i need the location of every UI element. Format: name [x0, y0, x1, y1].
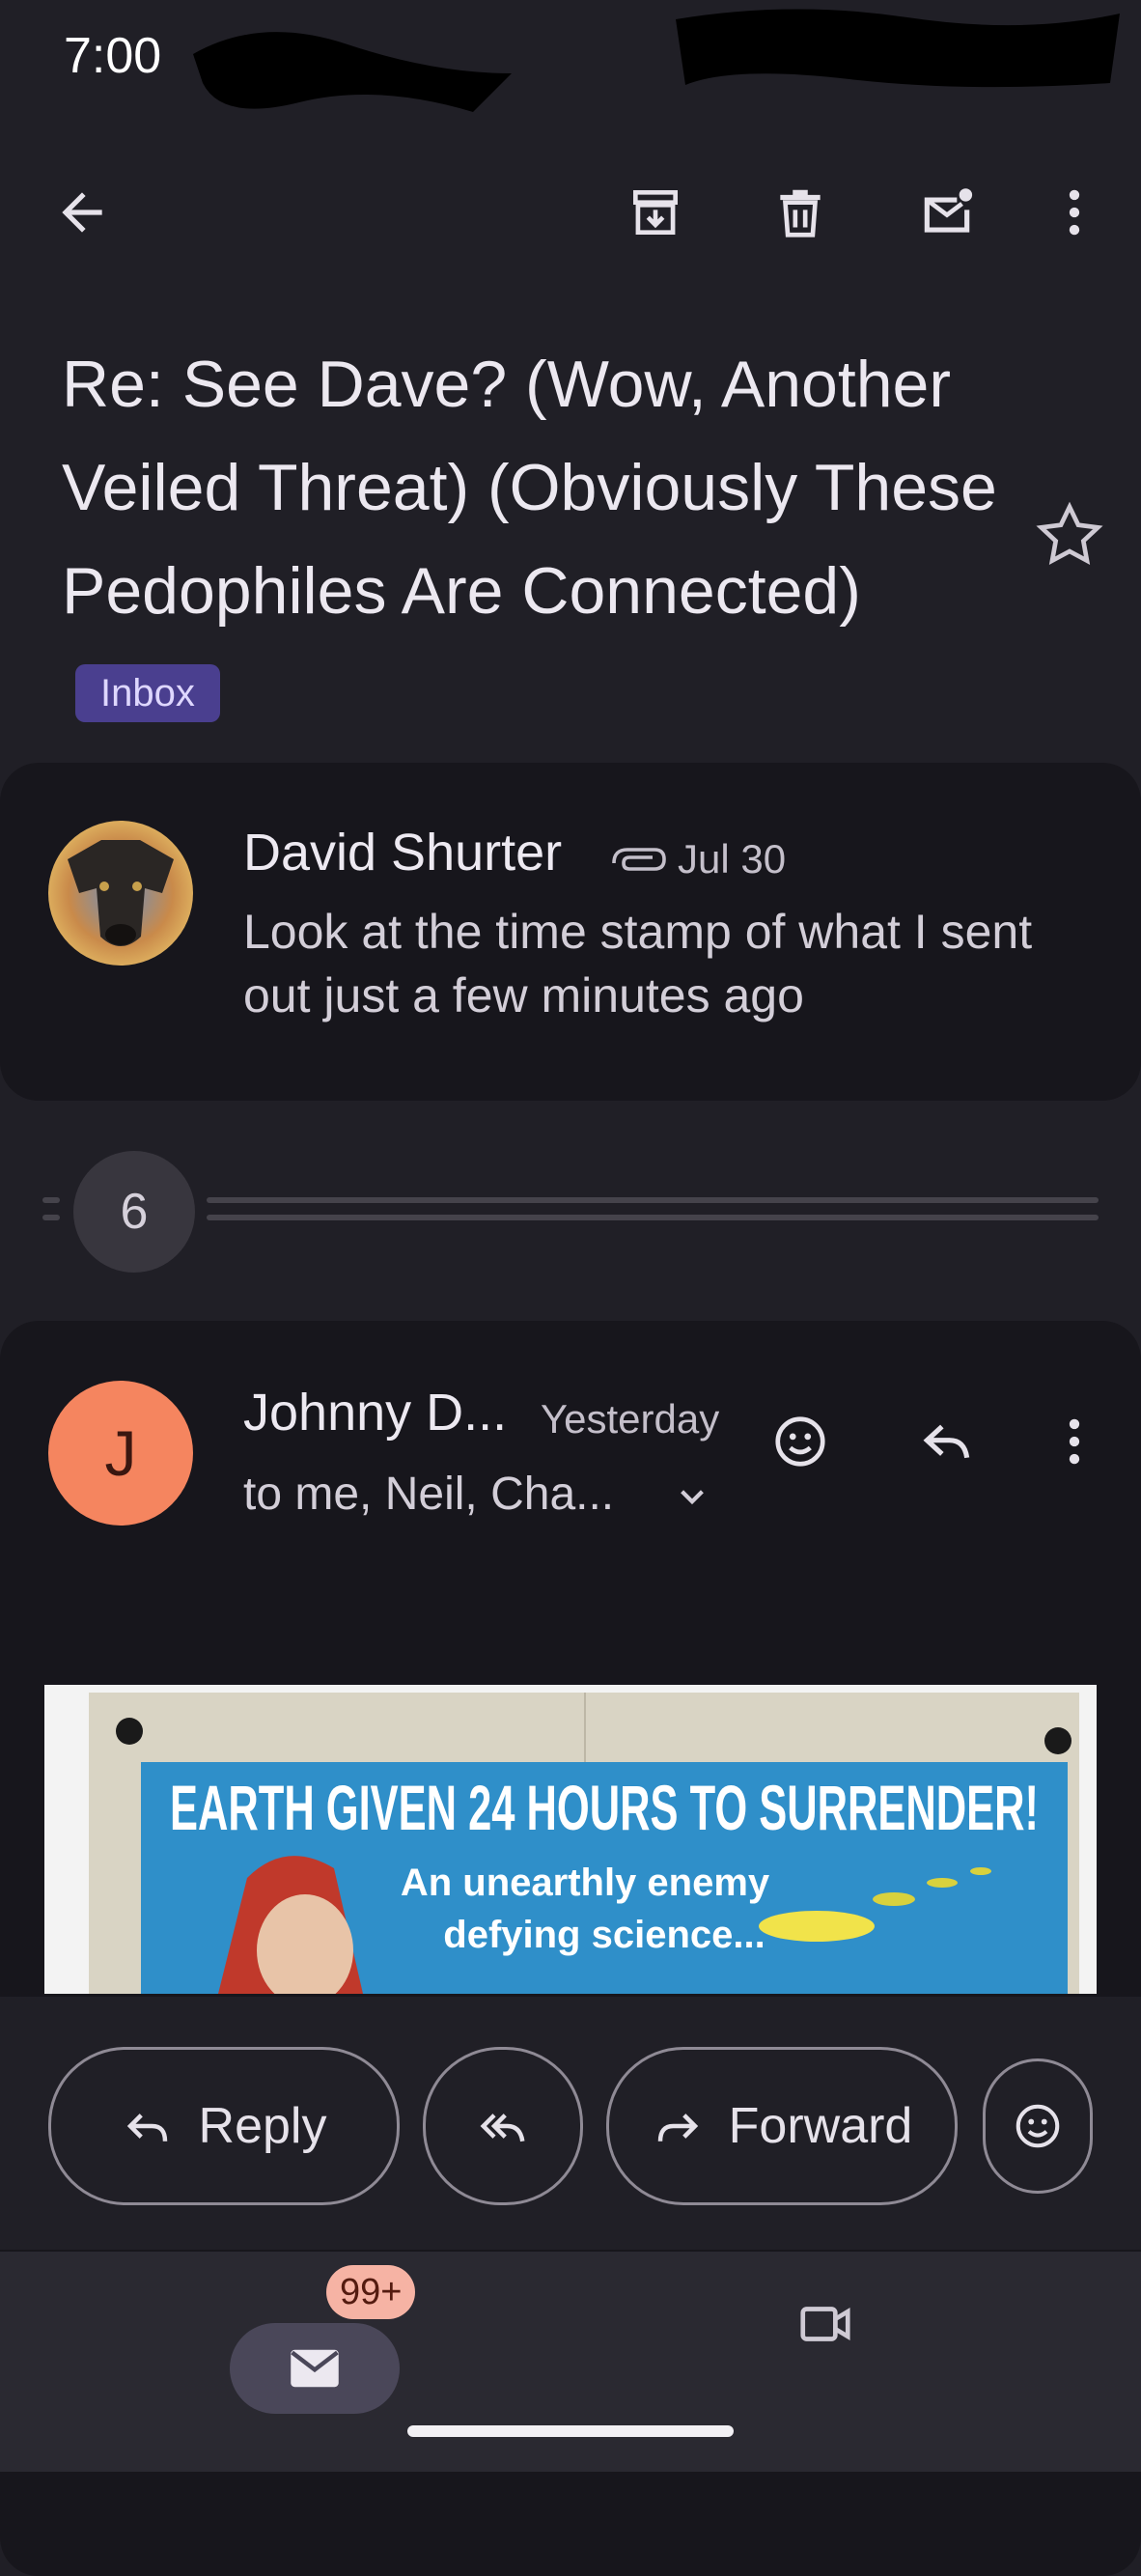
nav-mail[interactable]	[230, 2323, 400, 2414]
nav-meet[interactable]	[782, 2281, 869, 2367]
unread-count-badge: 99+	[326, 2265, 416, 2319]
action-bar: Reply Forward	[0, 1997, 1141, 2250]
video-icon	[800, 2307, 850, 2341]
avatar: J	[48, 1381, 193, 1526]
attachment-icon	[612, 848, 666, 871]
home-indicator[interactable]	[407, 2425, 734, 2437]
emoji-react-button[interactable]	[983, 2058, 1093, 2194]
poster-line1: An unearthly enemy	[401, 1862, 770, 1904]
collapsed-count[interactable]: 6	[73, 1151, 195, 1273]
recipients[interactable]: to me, Neil, Cha...	[243, 1468, 614, 1521]
forward-icon	[657, 2114, 698, 2142]
embedded-image[interactable]: EARTH GIVEN 24 HOURS TO SURRENDER! An un…	[44, 1685, 1097, 1994]
reply-icon	[126, 2114, 167, 2142]
reply-all-icon	[480, 2114, 525, 2142]
back-icon[interactable]	[39, 169, 125, 256]
forward-button[interactable]: Forward	[606, 2047, 958, 2205]
reply-label: Reply	[198, 2098, 327, 2154]
star-icon[interactable]	[1031, 497, 1108, 574]
inbox-label-badge[interactable]: Inbox	[75, 664, 220, 723]
reply-button[interactable]: Reply	[48, 2047, 400, 2205]
top-app-bar	[0, 145, 1141, 280]
archive-icon[interactable]	[612, 169, 699, 256]
more-options-icon[interactable]	[1031, 169, 1118, 256]
mark-unread-icon[interactable]	[904, 169, 990, 256]
reply-all-button[interactable]	[423, 2047, 583, 2205]
redaction-scribble	[193, 32, 512, 113]
status-bar: 7:00	[0, 0, 1141, 116]
sender-name: Johnny D...	[243, 1384, 508, 1442]
message-more-icon[interactable]	[1031, 1398, 1118, 1485]
emoji-react-icon[interactable]	[757, 1398, 844, 1485]
sender-name: David Shurter	[243, 824, 563, 882]
message-date: Jul 30	[678, 836, 787, 882]
status-time: 7:00	[64, 28, 162, 84]
chevron-down-icon[interactable]	[668, 1473, 716, 1522]
mail-icon	[291, 2349, 339, 2388]
reply-icon[interactable]	[904, 1398, 990, 1485]
forward-label: Forward	[728, 2098, 913, 2154]
poster-line2: defying science...	[443, 1914, 765, 1956]
emoji-icon	[1016, 2104, 1060, 2148]
subject-text: Re: See Dave? (Wow, Another Veiled Threa…	[62, 348, 997, 628]
redaction-scribble	[676, 9, 1120, 88]
bottom-navigation	[0, 2252, 1141, 2472]
avatar	[48, 821, 193, 966]
poster-headline: EARTH GIVEN 24 HOURS TO SURRENDER!	[170, 1772, 1039, 1843]
trash-icon[interactable]	[757, 169, 844, 256]
email-subject: Re: See Dave? (Wow, Another Veiled Threa…	[62, 333, 1017, 746]
message-snippet: Look at the time stamp of what I sent ou…	[243, 905, 1033, 1022]
message-date: Yesterday	[541, 1396, 720, 1442]
